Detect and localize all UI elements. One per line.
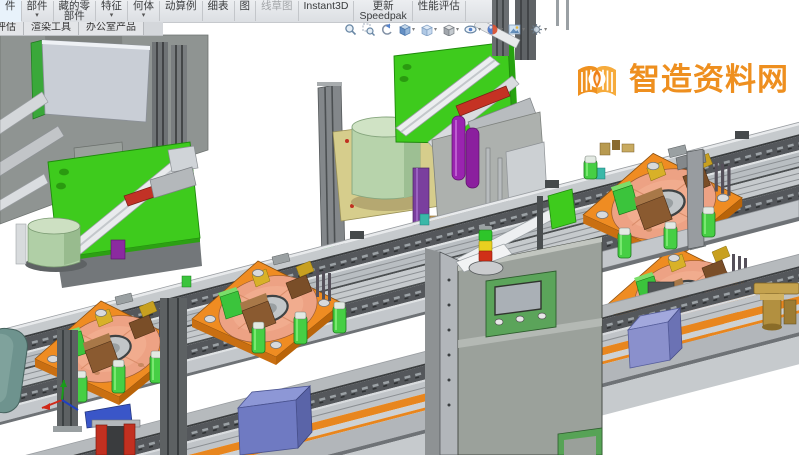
watermark: 智造资料网 (574, 57, 789, 103)
dropdown-caret-icon: ▾ (478, 27, 481, 33)
beam-rod (537, 196, 543, 252)
pallet-stopper[interactable] (333, 302, 346, 333)
ribbon-button-label: 图 (240, 1, 251, 11)
ribbon-button-new-motion-study[interactable]: 动算例 (160, 0, 202, 22)
view-orientation-icon[interactable]: ▾ (419, 23, 438, 36)
ribbon-button-label: 动算例 (165, 1, 197, 11)
ribbon-button-label: Instant3D (304, 1, 349, 11)
pallet-stopper[interactable] (618, 228, 631, 258)
ribbon-button-label: 特征 (101, 1, 122, 11)
ribbon-buttons: 件部件▾藏的零 部件特征▾何体▾动算例细表图线草图Instant3D更新 Spe… (0, 0, 466, 22)
ribbon-button-assembly-features[interactable]: 特征▾ (96, 0, 127, 22)
beam-green-cap (548, 189, 576, 229)
command-manager-ribbon: 件部件▾藏的零 部件特征▾何体▾动算例细表图线草图Instant3D更新 Spe… (0, 0, 492, 23)
ribbon-button-explode-line-sketch[interactable]: 线草图 (256, 0, 298, 22)
pallet-stopper[interactable] (112, 360, 125, 393)
ribbon-button-insert-components[interactable]: 部件▾ (22, 0, 53, 22)
ribbon-button-instant3d[interactable]: Instant3D (299, 0, 354, 22)
ribbon-button-bill-of-materials[interactable]: 细表 (203, 0, 234, 22)
dropdown-caret-icon: ▾ (522, 27, 525, 33)
ribbon-button-edit-component[interactable]: 件 (0, 0, 21, 22)
command-manager-tabs: 评估渲染工具办公室产品 (0, 22, 163, 36)
previous-view-icon[interactable] (379, 23, 394, 36)
ribbon-button-exploded-view[interactable]: 图 (235, 0, 256, 22)
pallet-stopper[interactable] (252, 322, 265, 353)
tab-render-tools[interactable]: 渲染工具 (24, 22, 79, 35)
pallet-stopper[interactable] (294, 312, 307, 344)
hmi-button[interactable] (495, 319, 503, 325)
ribbon-button-label: 性能评估 (418, 1, 460, 11)
hide-show-items-icon[interactable]: ▾ (463, 23, 482, 36)
pallet-stopper[interactable] (664, 222, 677, 249)
ribbon-button-label: 线草图 (261, 1, 293, 11)
display-style-icon[interactable]: ▾ (441, 23, 460, 36)
zoom-area-icon[interactable] (361, 23, 376, 36)
ribbon-button-label: 部件 (27, 1, 48, 11)
dropdown-caret-icon: ▾ (110, 12, 114, 19)
hmi-screen[interactable] (495, 281, 541, 315)
ribbon-button-performance-evaluation[interactable]: 性能评估 (413, 0, 465, 22)
heads-up-view-toolbar: ▾ ▾ ▾ ▾ ▾ ▾ ▾ (343, 23, 548, 36)
apply-scene-icon[interactable]: ▾ (507, 23, 526, 36)
watermark-book-flame-icon (574, 57, 620, 103)
edit-appearance-icon[interactable]: ▾ (485, 23, 504, 36)
hmi-button[interactable] (516, 316, 524, 322)
ribbon-button-reference-geometry[interactable]: 何体▾ (128, 0, 159, 22)
view-settings-icon[interactable]: ▾ (529, 23, 548, 36)
ribbon-button-label: 何体 (133, 1, 154, 11)
pallet-stopper[interactable] (584, 156, 597, 179)
dropdown-caret-icon: ▾ (35, 12, 39, 19)
ribbon-button-label: 藏的零 部件 (59, 1, 91, 21)
ribbon-button-show-hidden-components[interactable]: 藏的零 部件 (54, 0, 96, 22)
dropdown-caret-icon: ▾ (500, 27, 503, 33)
dropdown-caret-icon: ▾ (434, 27, 437, 33)
ribbon-button-label: 更新 Speedpak (359, 1, 406, 21)
blue-transfer-box[interactable] (238, 386, 312, 455)
section-view-icon[interactable]: ▾ (397, 23, 416, 36)
ribbon-button-label: 件 (5, 1, 16, 11)
solidworks-window: 件部件▾藏的零 部件特征▾何体▾动算例细表图线草图Instant3D更新 Spe… (0, 0, 799, 455)
watermark-text: 智造资料网 (629, 57, 789, 103)
tab-evaluate[interactable]: 评估 (0, 22, 24, 35)
ribbon-separator (465, 1, 466, 21)
ribbon-button-label: 细表 (208, 1, 229, 11)
dropdown-caret-icon: ▾ (142, 12, 146, 19)
dropdown-caret-icon: ▾ (412, 27, 415, 33)
tower-light (479, 226, 492, 261)
tab-office-products[interactable]: 办公室产品 (79, 22, 144, 35)
dropdown-caret-icon: ▾ (456, 27, 459, 33)
ribbon-button-update-speedpak[interactable]: 更新 Speedpak (354, 0, 411, 22)
pallet-stopper[interactable] (702, 207, 715, 237)
dropdown-caret-icon: ▾ (544, 27, 547, 33)
zoom-fit-icon[interactable] (343, 23, 358, 36)
hmi-button[interactable] (538, 313, 546, 319)
